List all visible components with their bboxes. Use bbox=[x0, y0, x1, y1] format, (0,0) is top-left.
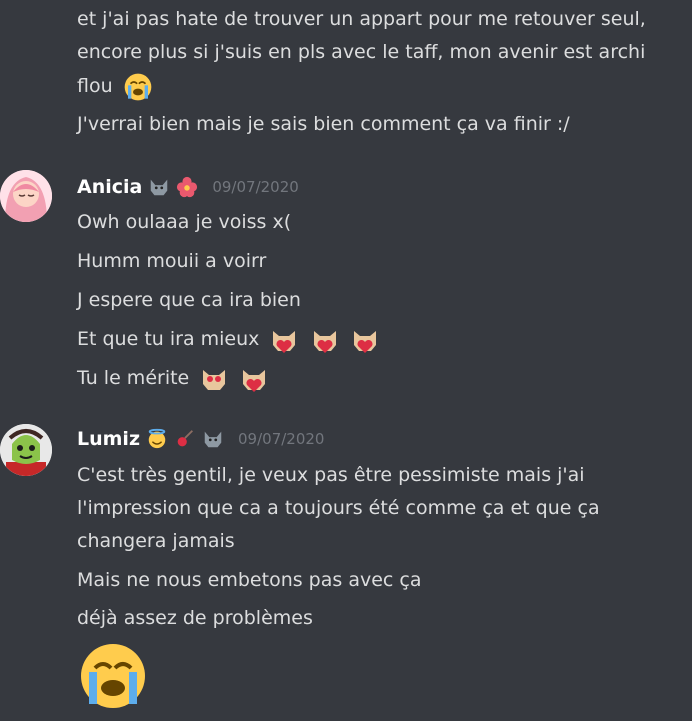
message-line: l'impression que ca a toujours été comme… bbox=[77, 497, 600, 519]
message-line: encore plus si j'suis en pls avec le taf… bbox=[77, 41, 646, 63]
username[interactable]: Lumiz bbox=[77, 428, 140, 450]
message-line: changera jamais bbox=[77, 530, 235, 552]
avatar[interactable] bbox=[0, 424, 52, 476]
message-line: déjà assez de problèmes bbox=[77, 607, 313, 629]
username[interactable]: Anicia bbox=[77, 176, 142, 198]
cat-heart-icon bbox=[243, 369, 266, 392]
wolf-icon bbox=[204, 431, 222, 448]
loudly-crying-face-icon bbox=[124, 73, 152, 100]
wolf-icon bbox=[151, 179, 168, 196]
message-header: Lumiz 09/07/2020 bbox=[77, 428, 324, 450]
timestamp: 09/07/2020 bbox=[212, 178, 299, 196]
avatar-lumiz-icon bbox=[0, 424, 52, 476]
cat-heart-icon bbox=[353, 330, 376, 353]
message-line: J espere que ca ira bien bbox=[77, 289, 301, 311]
loudly-crying-face-icon bbox=[81, 644, 145, 708]
hibiscus-icon bbox=[177, 176, 198, 198]
cat-heart-icon bbox=[273, 330, 296, 353]
message-text: Tu le mérite bbox=[77, 367, 190, 389]
message-header: Anicia 09/07/2020 bbox=[77, 176, 299, 198]
avatar-anicia-icon bbox=[0, 170, 52, 222]
message-line: Et que tu ira mieux bbox=[77, 323, 380, 355]
cat-heart-icon bbox=[313, 330, 336, 353]
cat-heart-eyes-icon bbox=[203, 369, 226, 390]
message-line: Mais ne nous embetons pas avec ça bbox=[77, 569, 422, 591]
smiling-halo-icon bbox=[148, 428, 166, 449]
message-line: J'verrai bien mais je sais bien comment … bbox=[77, 113, 570, 135]
message-line: C'est très gentil, je veux pas être pess… bbox=[77, 464, 585, 486]
message-line: Owh oulaaa je voiss x( bbox=[77, 211, 292, 233]
timestamp: 09/07/2020 bbox=[238, 430, 325, 448]
message-line: Humm mouii a voirr bbox=[77, 250, 267, 272]
message-line: et j'ai pas hate de trouver un appart po… bbox=[77, 8, 646, 30]
avatar[interactable] bbox=[0, 170, 52, 222]
guitar-icon bbox=[177, 430, 193, 447]
message-line: Tu le mérite bbox=[77, 362, 269, 394]
message-text: Et que tu ira mieux bbox=[77, 328, 260, 350]
message-line: flou bbox=[77, 70, 153, 102]
message-text: flou bbox=[77, 75, 113, 97]
